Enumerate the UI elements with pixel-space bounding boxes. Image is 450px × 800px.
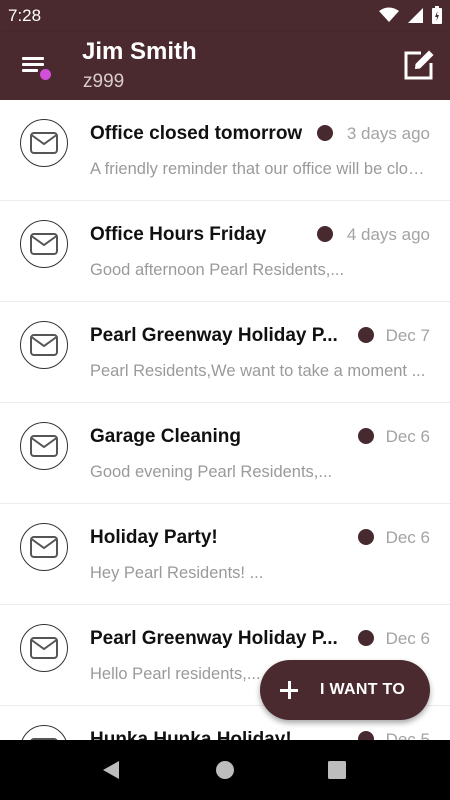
plus-icon — [280, 681, 298, 699]
signal-icon — [408, 7, 423, 23]
unread-dot — [358, 731, 374, 740]
message-preview: Good evening Pearl Residents,... — [90, 463, 333, 481]
envelope-icon — [20, 725, 68, 740]
user-name: Jim Smith — [82, 38, 197, 65]
unread-dot — [317, 226, 333, 242]
app-bar: Jim Smith z999 — [0, 32, 450, 100]
home-icon[interactable] — [215, 760, 235, 780]
message-row[interactable]: Office Hours Friday 4 days ago Good afte… — [0, 201, 450, 302]
wifi-icon — [379, 7, 399, 22]
envelope-icon — [20, 119, 68, 167]
menu-button[interactable] — [22, 54, 52, 84]
status-bar: 7:28 — [0, 0, 450, 32]
message-preview: Pearl Residents,We want to take a moment… — [90, 362, 426, 380]
compose-icon[interactable] — [402, 48, 436, 82]
envelope-icon — [20, 624, 68, 672]
status-icons — [379, 6, 442, 24]
message-subject: Office Hours Friday — [90, 224, 267, 245]
status-time: 7:28 — [8, 6, 42, 25]
unread-dot — [358, 630, 374, 646]
i-want-to-button[interactable]: I WANT TO — [260, 660, 430, 720]
unread-dot — [358, 428, 374, 444]
message-date: Dec 6 — [385, 629, 430, 648]
message-list[interactable]: Office closed tomorrow 3 days ago A frie… — [0, 100, 450, 740]
message-subject: Garage Cleaning — [90, 426, 241, 447]
message-preview: Hey Pearl Residents! ... — [90, 564, 264, 582]
menu-icon-line — [22, 63, 44, 66]
battery-icon — [432, 6, 442, 24]
message-row[interactable]: Office closed tomorrow 3 days ago A frie… — [0, 100, 450, 201]
user-id: z999 — [83, 71, 125, 92]
envelope-icon — [20, 523, 68, 571]
message-date: 3 days ago — [346, 124, 430, 143]
message-subject: Hunka Hunka Holiday! — [90, 729, 292, 740]
unread-dot — [317, 125, 333, 141]
envelope-icon — [20, 220, 68, 268]
fab-label: I WANT TO — [320, 681, 406, 698]
system-nav-bar — [0, 740, 450, 800]
message-subject: Pearl Greenway Holiday P... — [90, 325, 338, 346]
message-date: Dec 7 — [385, 326, 430, 345]
message-date: Dec 5 — [385, 730, 430, 740]
message-preview: A friendly reminder that our office will… — [90, 160, 432, 178]
unread-dot — [358, 529, 374, 545]
message-subject: Office closed tomorrow — [90, 123, 303, 144]
message-row[interactable]: Garage Cleaning Dec 6 Good evening Pearl… — [0, 403, 450, 504]
back-icon[interactable] — [101, 760, 121, 780]
message-row[interactable]: Holiday Party! Dec 6 Hey Pearl Residents… — [0, 504, 450, 605]
envelope-icon — [20, 321, 68, 369]
message-date: Dec 6 — [385, 427, 430, 446]
message-preview: Good afternoon Pearl Residents,... — [90, 261, 345, 279]
message-row[interactable]: Pearl Greenway Holiday P... Dec 7 Pearl … — [0, 302, 450, 403]
recents-icon[interactable] — [328, 761, 346, 779]
notification-badge — [40, 69, 51, 80]
message-date: Dec 6 — [385, 528, 430, 547]
envelope-icon — [20, 422, 68, 470]
message-subject: Pearl Greenway Holiday P... — [90, 628, 338, 649]
message-date: 4 days ago — [346, 225, 430, 244]
message-subject: Holiday Party! — [90, 527, 218, 548]
menu-icon-line — [22, 69, 38, 72]
unread-dot — [358, 327, 374, 343]
menu-icon-line — [22, 57, 44, 60]
